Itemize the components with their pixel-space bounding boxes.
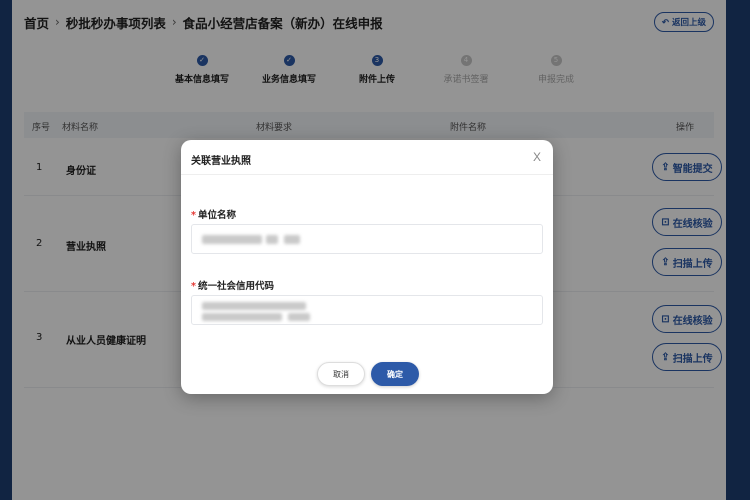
redacted-value bbox=[202, 235, 262, 244]
required-mark: * bbox=[191, 281, 196, 292]
required-mark: * bbox=[191, 210, 196, 221]
company-name-input[interactable] bbox=[191, 224, 543, 254]
credit-code-label-text: 统一社会信用代码 bbox=[197, 281, 274, 292]
cancel-button[interactable]: 取消 bbox=[317, 362, 365, 386]
credit-code-label: * 统一社会信用代码 bbox=[191, 278, 274, 292]
close-icon[interactable]: X bbox=[533, 150, 541, 164]
confirm-button[interactable]: 确定 bbox=[371, 362, 419, 386]
redacted-value bbox=[266, 235, 278, 244]
company-name-label: * 单位名称 bbox=[191, 207, 236, 221]
redacted-value bbox=[284, 235, 300, 244]
redacted-value bbox=[202, 313, 282, 321]
company-name-label-text: 单位名称 bbox=[197, 210, 236, 221]
link-business-license-dialog: 关联营业执照 X * 单位名称 * 统一社会信用代码 取消 确定 bbox=[181, 140, 553, 394]
dialog-divider bbox=[181, 174, 553, 175]
credit-code-input[interactable] bbox=[191, 295, 543, 325]
dialog-title: 关联营业执照 bbox=[191, 156, 251, 167]
redacted-value bbox=[202, 302, 306, 310]
redacted-value bbox=[288, 313, 310, 321]
